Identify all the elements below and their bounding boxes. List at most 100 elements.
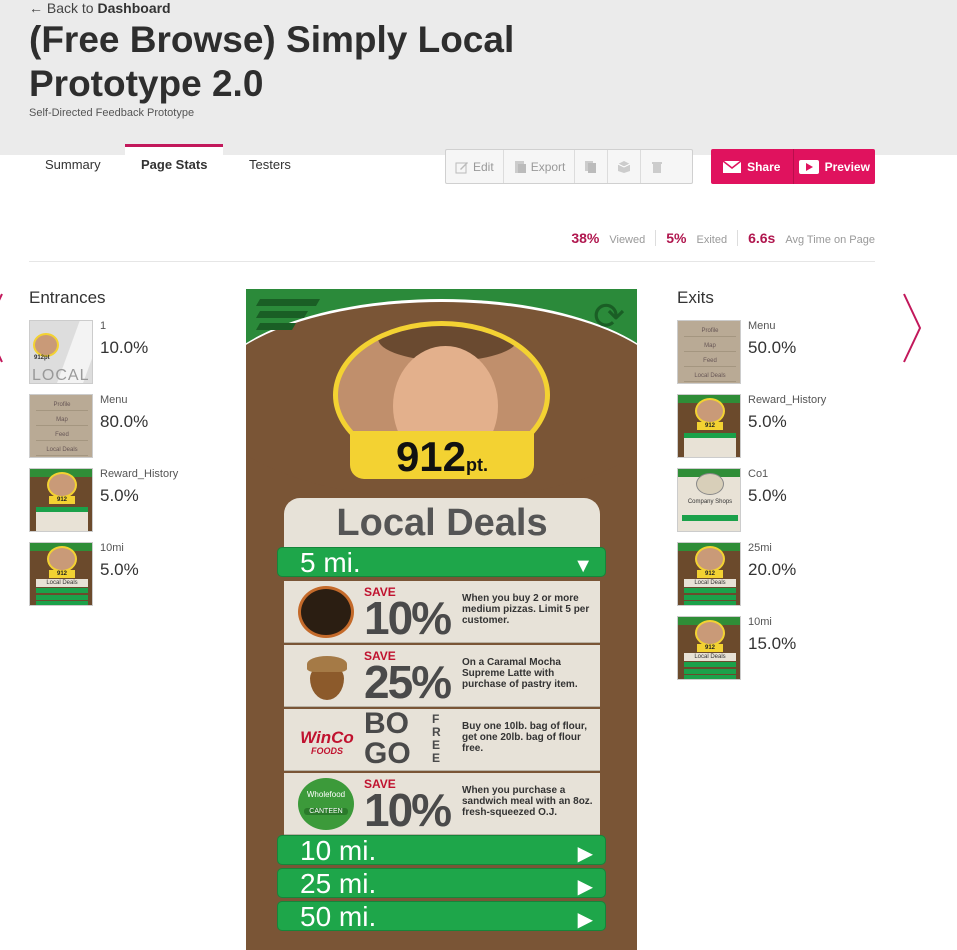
points-unit: pt. [466, 455, 489, 475]
archive-box-icon [618, 160, 631, 173]
exit-item[interactable]: 912 Reward_History 5.0% [677, 394, 877, 458]
tab-testers[interactable]: Testers [249, 157, 291, 172]
thumbnail-label: Local Deals [684, 579, 736, 587]
thumbnail-menu-item: Local Deals [36, 444, 88, 456]
exit-item[interactable]: Company Shops Co1 5.0% [677, 468, 877, 532]
thumbnail-bar [684, 433, 736, 438]
screen-thumbnail: 912 Local Deals [677, 616, 741, 680]
distance-option[interactable]: 25 mi. ▶ [277, 868, 606, 899]
deal-description: When you purchase a sandwich meal with a… [462, 785, 593, 818]
exit-item[interactable]: 912 Local Deals 10mi 15.0% [677, 616, 877, 680]
bogo-bottom: GO [364, 737, 411, 770]
page-title: (Free Browse) Simply Local Prototype 2.0 [29, 19, 515, 104]
points-value: 912 [395, 433, 467, 480]
stat-value: 38% [571, 230, 600, 246]
distance-label: 10 mi. [300, 835, 377, 866]
thumbnail-bar [684, 595, 736, 600]
entrance-item[interactable]: 912 Local Deals 10mi 5.0% [29, 542, 229, 606]
deal-card: SAVE 10% When you buy 2 or more medium piz… [284, 581, 600, 644]
exit-item[interactable]: Profile Map Feed Local Deals Menu 50.0% [677, 320, 877, 384]
trash-icon [652, 161, 663, 173]
screen-thumbnail: 912 Local Deals [677, 542, 741, 606]
edit-toolbar: Edit Export [445, 149, 693, 184]
thumbnail-avatar [695, 546, 725, 572]
preview-button[interactable]: Preview [794, 149, 876, 184]
thumbnail-menu-item: Map [684, 340, 736, 352]
thumbnail-bar [682, 515, 738, 521]
page-subtitle: Self-Directed Feedback Prototype [29, 107, 195, 119]
wholefood-logo-sub: CANTEEN [304, 808, 348, 815]
screen-thumbnail: 912pt LOCAL [29, 320, 93, 384]
thumbnail-bar [684, 588, 736, 593]
distance-option[interactable]: 10 mi. ▶ [277, 835, 606, 866]
screen-name: Reward_History [100, 468, 179, 480]
export-button[interactable]: Export [504, 150, 576, 183]
points-badge: 912pt. [350, 431, 534, 480]
thumbnail-avatar [47, 546, 77, 572]
edit-button[interactable]: Edit [446, 150, 504, 183]
archive-button[interactable] [608, 150, 642, 183]
distance-option[interactable]: 50 mi. ▶ [277, 901, 606, 932]
thumbnail-logo [696, 473, 724, 495]
thumbnail-points: 912pt [34, 355, 50, 361]
deal-logo-pizza [298, 586, 354, 638]
delete-button[interactable] [641, 150, 673, 183]
thumbnail-avatar [33, 333, 59, 357]
entrances-title: Entrances [29, 288, 106, 307]
thumbnail-points: 912 [697, 422, 723, 430]
page-header: ← Back to Dashboard (Free Browse) Simply… [0, 0, 957, 155]
thumbnail-bar [36, 595, 88, 600]
triangle-down-icon: ▼ [573, 555, 593, 577]
thumbnail-avatar [47, 472, 77, 498]
deal-logo-wholefood: Wholefood CANTEEN [298, 778, 354, 830]
next-page-chevron-icon[interactable] [900, 292, 928, 364]
back-to-dashboard-link[interactable]: ← Back to Dashboard [29, 0, 171, 16]
thumbnail-bar [684, 601, 736, 605]
deal-description: When you buy 2 or more medium pizzas. Li… [462, 593, 590, 626]
screen-thumbnail: 912 [677, 394, 741, 458]
screen-thumbnail: 912 Local Deals [29, 542, 93, 606]
share-button[interactable]: Share [711, 149, 794, 184]
triangle-right-icon: ▶ [577, 909, 593, 931]
screen-name: 10mi [100, 542, 124, 554]
preview-label: Preview [824, 159, 870, 174]
thumbnail-menu-item: Feed [684, 355, 736, 367]
distance-selector: 5 mi. ▼ [277, 547, 606, 578]
tab-summary[interactable]: Summary [45, 157, 101, 172]
previous-page-chevron-icon[interactable] [0, 292, 8, 364]
stat-value: 5% [666, 230, 687, 246]
screen-percentage: 5.0% [100, 486, 139, 505]
screen-percentage: 80.0% [100, 412, 149, 431]
edit-label: Edit [473, 159, 494, 174]
screen-name: Reward_History [748, 394, 827, 406]
stat-viewed: 38% Viewed [561, 230, 657, 246]
screen-thumbnail: Profile Map Feed Local Deals [29, 394, 93, 458]
export-icon [514, 160, 526, 173]
screen-percentage: 10.0% [100, 338, 149, 357]
screen-percentage: 50.0% [748, 338, 797, 357]
entrance-item[interactable]: Profile Map Feed Local Deals Menu 80.0% [29, 394, 229, 458]
winco-logo-sub: FOODS [310, 746, 343, 756]
back-prefix: Back to [46, 0, 94, 16]
page-stats-summary: 38% Viewed 5% Exited 6.6s Avg Time on Page [561, 230, 875, 246]
screen-percentage: 5.0% [100, 560, 139, 579]
menu-icon [255, 299, 321, 339]
thumbnail-logo-text: LOCAL [32, 367, 90, 384]
duplicate-button[interactable] [575, 150, 609, 183]
deal-logo-acorn [298, 650, 354, 702]
exits-title: Exits [677, 288, 714, 307]
exit-item[interactable]: 912 Local Deals 25mi 20.0% [677, 542, 877, 606]
thumbnail-points: 912 [697, 644, 723, 652]
thumbnail-points: 912 [697, 570, 723, 578]
screen-name: Co1 [748, 468, 769, 480]
screen-percentage: 15.0% [748, 634, 797, 653]
prototype-screen-preview: ⟳ 912pt. Local Deals 5 mi. ▼ SAVE 10% When… [246, 289, 637, 950]
tab-page-stats[interactable]: Page Stats [125, 144, 224, 180]
thumbnail-bar [36, 507, 88, 512]
winco-logo-text: WinCo [300, 728, 354, 747]
entrance-item[interactable]: 912pt LOCAL 1 10.0% [29, 320, 229, 384]
thumbnail-bar [684, 662, 736, 667]
entrance-item[interactable]: 912 Reward_History 5.0% [29, 468, 229, 532]
screen-thumbnail: Profile Map Feed Local Deals [677, 320, 741, 384]
pencil-icon [455, 161, 468, 173]
